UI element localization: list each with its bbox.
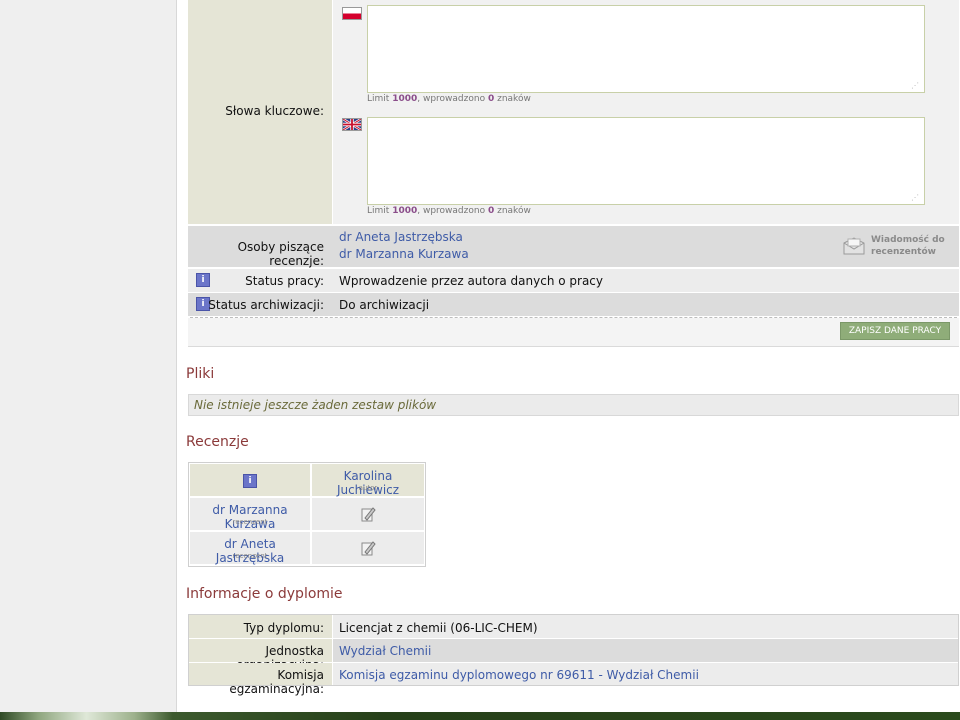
main-content: Słowa kluczowe: ⋰ Limit 1000, wprowadzon… <box>186 0 960 712</box>
reviewer-role: recenzent <box>232 518 268 526</box>
files-message: Nie istnieje jeszcze żaden zestaw plików <box>194 398 437 412</box>
info-icon[interactable]: i <box>243 474 257 488</box>
files-heading: Pliki <box>186 366 215 382</box>
resize-grip-icon[interactable]: ⋰ <box>911 82 921 90</box>
diploma-type-value: Licencjat z chemii (06-LIC-CHEM) <box>339 621 538 635</box>
reviewers-label: Osoby piszące recenzje: <box>237 240 324 268</box>
reviewer-link-2[interactable]: dr Marzanna Kurzawa <box>339 247 469 261</box>
keywords-en-textarea[interactable]: ⋰ <box>367 117 925 205</box>
keywords-pl-limit: Limit 1000, wprowadzono 0 znaków <box>367 94 531 104</box>
exam-committee-label: Komisja egzaminacyjna: <box>229 668 324 696</box>
left-sidebar <box>0 0 177 712</box>
envelope-icon <box>843 237 865 255</box>
save-work-data-button[interactable]: ZAPISZ DANE PRACY <box>840 322 950 340</box>
message-reviewers-button[interactable]: Wiadomość do recenzentów <box>842 233 950 261</box>
author-role: autor <box>358 484 378 492</box>
reviewer-link-1[interactable]: dr Aneta Jastrzębska <box>339 230 463 244</box>
status-label: Status pracy: <box>245 274 324 288</box>
exam-committee-link[interactable]: Komisja egzaminu dyplomowego nr 69611 - … <box>339 668 699 682</box>
edit-review-icon[interactable] <box>360 506 376 522</box>
message-reviewers-line2: recenzentów <box>871 247 936 257</box>
reviewer-name[interactable]: dr Aneta Jastrzębska <box>190 537 310 565</box>
keywords-label: Słowa kluczowe: <box>225 104 324 118</box>
org-unit-link[interactable]: Wydział Chemii <box>339 644 431 658</box>
resize-grip-icon[interactable]: ⋰ <box>911 194 921 202</box>
diploma-type-label: Typ dyplomu: <box>243 621 324 635</box>
diploma-heading: Informacje o dyplomie <box>186 586 343 602</box>
keywords-pl-textarea[interactable]: ⋰ <box>367 5 925 93</box>
archive-value: Do archiwizacji <box>339 298 430 312</box>
reviewer-role: recenzent <box>232 552 268 560</box>
reviewer-name[interactable]: dr Marzanna Kurzawa <box>190 503 310 531</box>
keywords-en-limit: Limit 1000, wprowadzono 0 znaków <box>367 206 531 216</box>
edit-review-icon[interactable] <box>360 540 376 556</box>
author-name[interactable]: Karolina Juchiewicz <box>312 469 424 497</box>
status-value: Wprowadzenie przez autora danych o pracy <box>339 274 604 288</box>
reviews-heading: Recenzje <box>186 434 249 450</box>
polish-flag-icon <box>342 7 362 20</box>
english-flag-icon <box>342 118 362 131</box>
archive-label: Status archiwizacji: <box>208 298 324 312</box>
message-reviewers-line1: Wiadomość do <box>871 235 945 245</box>
bottom-decorative-strip <box>0 712 960 720</box>
